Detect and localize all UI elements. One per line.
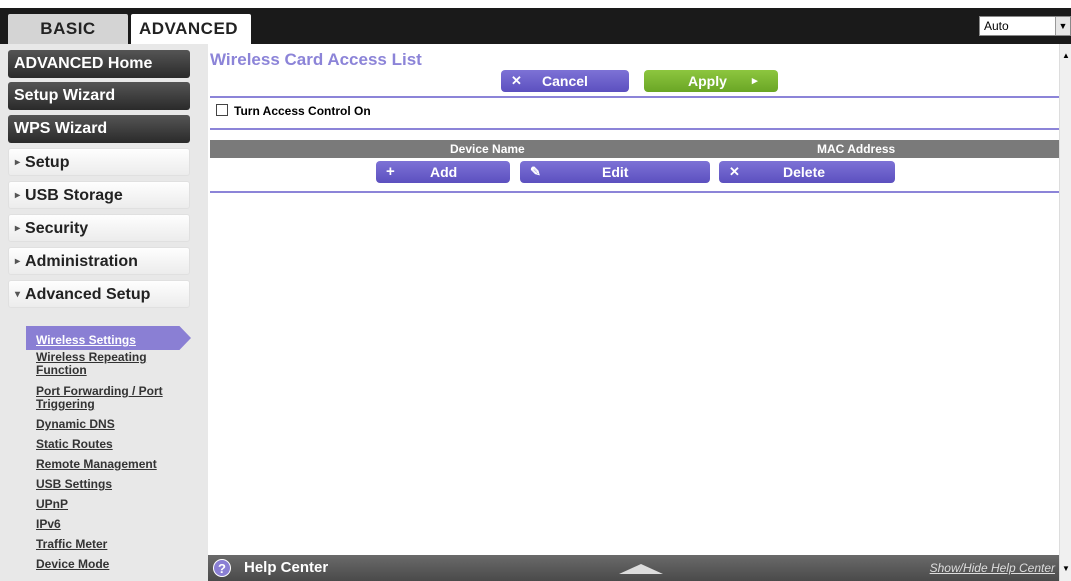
sidebar: ADVANCED Home Setup Wizard WPS Wizard ▸ S…: [0, 44, 208, 581]
sidebar-item-usb-storage[interactable]: ▸ USB Storage: [8, 181, 190, 209]
arrow-right-icon: ▸: [752, 75, 758, 87]
submenu-label-line1: Wireless Repeating: [36, 350, 147, 364]
language-select[interactable]: Auto ▼: [979, 16, 1071, 36]
main-content: [208, 44, 1059, 555]
sidebar-item-administration[interactable]: ▸ Administration: [8, 247, 190, 275]
submenu-traffic-meter[interactable]: Traffic Meter: [36, 538, 176, 551]
scroll-up-arrow-icon[interactable]: ▲: [1060, 50, 1071, 62]
page-title: Wireless Card Access List: [210, 50, 422, 69]
submenu-wireless-repeating[interactable]: Wireless Repeating Function: [36, 351, 176, 377]
help-center-bar: ? Help Center Show/Hide Help Center: [208, 555, 1059, 581]
tab-advanced[interactable]: ADVANCED: [131, 14, 251, 44]
sidebar-item-setup-wizard[interactable]: Setup Wizard: [8, 82, 190, 110]
delete-label: Delete: [783, 164, 826, 180]
apply-label: Apply: [688, 73, 727, 89]
sidebar-item-advanced-setup[interactable]: ▾ Advanced Setup: [8, 280, 190, 308]
submenu-ipv6[interactable]: IPv6: [36, 518, 176, 531]
scroll-down-arrow-icon[interactable]: ▼: [1060, 563, 1071, 575]
cancel-button[interactable]: ✕ Cancel: [501, 70, 629, 92]
close-icon: ✕: [729, 164, 740, 179]
help-center-label[interactable]: Help Center: [244, 559, 328, 576]
collapsed-arrow-icon: ▸: [15, 190, 21, 201]
sidebar-item-label: Setup: [25, 154, 70, 171]
edit-label: Edit: [602, 164, 629, 180]
close-icon: ✕: [511, 73, 522, 88]
submenu-remote-management[interactable]: Remote Management: [36, 458, 176, 471]
submenu-dynamic-dns[interactable]: Dynamic DNS: [36, 418, 176, 431]
divider: [210, 96, 1059, 98]
top-bar: BASIC ADVANCED Auto ▼: [0, 0, 1071, 44]
submenu-device-mode[interactable]: Device Mode: [36, 558, 176, 571]
help-icon[interactable]: ?: [213, 559, 231, 577]
chevron-down-icon[interactable]: ▼: [1055, 17, 1070, 35]
sidebar-item-setup[interactable]: ▸ Setup: [8, 148, 190, 176]
table-header: Device Name MAC Address: [210, 140, 1059, 158]
delete-button[interactable]: ✕ Delete: [719, 161, 895, 183]
add-label: Add: [430, 164, 458, 180]
show-hide-help-link[interactable]: Show/Hide Help Center: [930, 561, 1055, 575]
apply-button[interactable]: Apply ▸: [644, 70, 778, 92]
sidebar-item-advanced-home[interactable]: ADVANCED Home: [8, 50, 190, 78]
collapsed-arrow-icon: ▸: [15, 157, 21, 168]
access-control-checkbox[interactable]: [216, 104, 228, 116]
sidebar-item-wps-wizard[interactable]: WPS Wizard: [8, 115, 190, 143]
submenu-wireless-settings[interactable]: Wireless Settings: [36, 333, 136, 347]
submenu-port-forwarding[interactable]: Port Forwarding / Port Triggering: [36, 385, 176, 411]
sidebar-item-label: Advanced Setup: [25, 286, 151, 303]
submenu-static-routes[interactable]: Static Routes: [36, 438, 176, 451]
sidebar-item-security[interactable]: ▸ Security: [8, 214, 190, 242]
sidebar-item-label: USB Storage: [25, 187, 123, 204]
cancel-label: Cancel: [542, 73, 588, 89]
column-header-mac-address: MAC Address: [817, 142, 896, 156]
divider: [210, 191, 1059, 193]
submenu-label-line2: Function: [36, 363, 87, 377]
edit-button[interactable]: ✎ Edit: [520, 161, 710, 183]
vertical-scrollbar[interactable]: ▲ ▼: [1059, 44, 1071, 581]
expand-triangle-icon[interactable]: [619, 564, 663, 574]
tab-basic[interactable]: BASIC: [8, 14, 128, 44]
divider: [210, 128, 1059, 130]
plus-icon: +: [386, 163, 395, 180]
collapsed-arrow-icon: ▸: [15, 256, 21, 267]
expanded-arrow-icon: ▾: [15, 289, 21, 300]
pencil-icon: ✎: [530, 164, 541, 179]
submenu-label-line2: Triggering: [36, 397, 95, 411]
access-control-row: Turn Access Control On: [216, 104, 371, 118]
submenu-usb-settings[interactable]: USB Settings: [36, 478, 176, 491]
collapsed-arrow-icon: ▸: [15, 223, 21, 234]
add-button[interactable]: + Add: [376, 161, 510, 183]
sidebar-item-label: Security: [25, 220, 89, 237]
submenu-label-line1: Port Forwarding / Port: [36, 384, 163, 398]
language-selected-value: Auto: [984, 19, 1009, 33]
access-control-label: Turn Access Control On: [234, 104, 371, 118]
sidebar-item-label: Administration: [25, 253, 138, 270]
submenu-upnp[interactable]: UPnP: [36, 498, 176, 511]
column-header-device-name: Device Name: [450, 142, 525, 156]
